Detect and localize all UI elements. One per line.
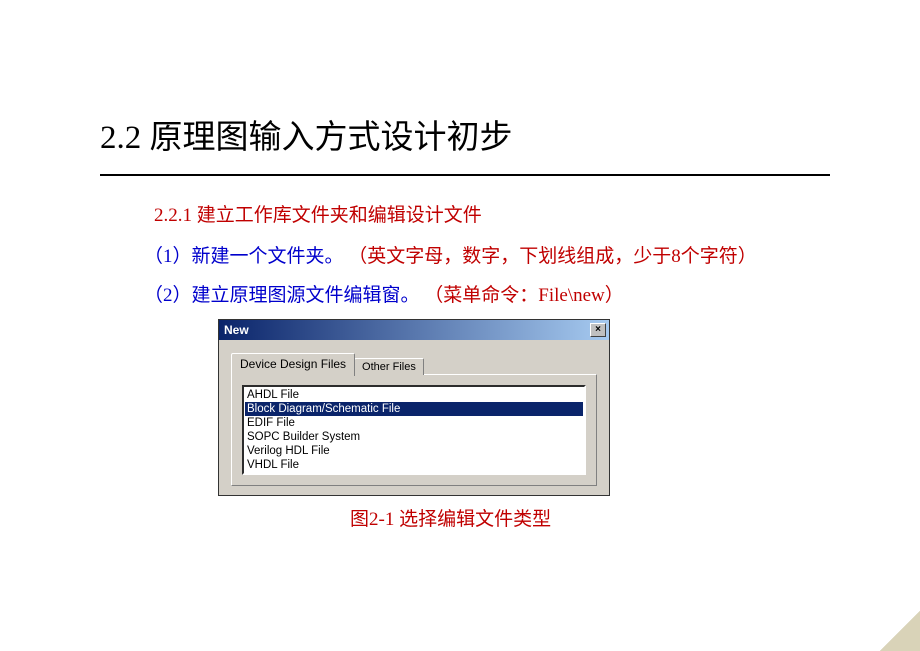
figure-caption: 图2-1 选择编辑文件类型 <box>350 504 820 531</box>
list-item[interactable]: Block Diagram/Schematic File <box>245 402 583 416</box>
section-subtitle: 2.2.1 建立工作库文件夹和编辑设计文件 <box>154 200 820 227</box>
list-item[interactable]: VHDL File <box>245 458 583 472</box>
point-1-note: （英文字母，数字，下划线组成，少于8个字符） <box>348 246 757 267</box>
tab-strip: Device Design Files Other Files <box>231 352 597 375</box>
dialog-titlebar: New × <box>219 320 609 340</box>
close-icon: × <box>595 325 601 335</box>
point-2: （2）建立原理图源文件编辑窗。 （菜单命令：File\new） <box>144 280 820 307</box>
new-dialog: New × Device Design Files Other Files AH… <box>218 319 610 496</box>
point-2-note: （菜单命令：File\new） <box>424 285 624 306</box>
point-1-lead: （1）新建一个文件夹。 <box>144 246 344 267</box>
list-item[interactable]: AHDL File <box>245 388 583 402</box>
page-corner-fold <box>880 611 920 651</box>
slide-title: 2.2 原理图输入方式设计初步 <box>100 110 820 158</box>
close-button[interactable]: × <box>590 323 606 337</box>
tab-device-design-files[interactable]: Device Design Files <box>231 353 355 376</box>
slide-content: 2.2 原理图输入方式设计初步 2.2.1 建立工作库文件夹和编辑设计文件 （1… <box>0 0 920 531</box>
list-item[interactable]: SOPC Builder System <box>245 430 583 444</box>
point-1: （1）新建一个文件夹。 （英文字母，数字，下划线组成，少于8个字符） <box>144 241 820 268</box>
point-2-lead: （2）建立原理图源文件编辑窗。 <box>144 285 420 306</box>
list-item[interactable]: Verilog HDL File <box>245 444 583 458</box>
list-item[interactable]: EDIF File <box>245 416 583 430</box>
dialog-title: New <box>222 323 249 337</box>
title-underline <box>100 174 830 176</box>
dialog-body: Device Design Files Other Files AHDL Fil… <box>219 340 609 495</box>
file-type-listbox[interactable]: AHDL File Block Diagram/Schematic File E… <box>242 385 586 475</box>
tab-panel: AHDL File Block Diagram/Schematic File E… <box>231 374 597 486</box>
tab-other-files[interactable]: Other Files <box>354 358 424 375</box>
